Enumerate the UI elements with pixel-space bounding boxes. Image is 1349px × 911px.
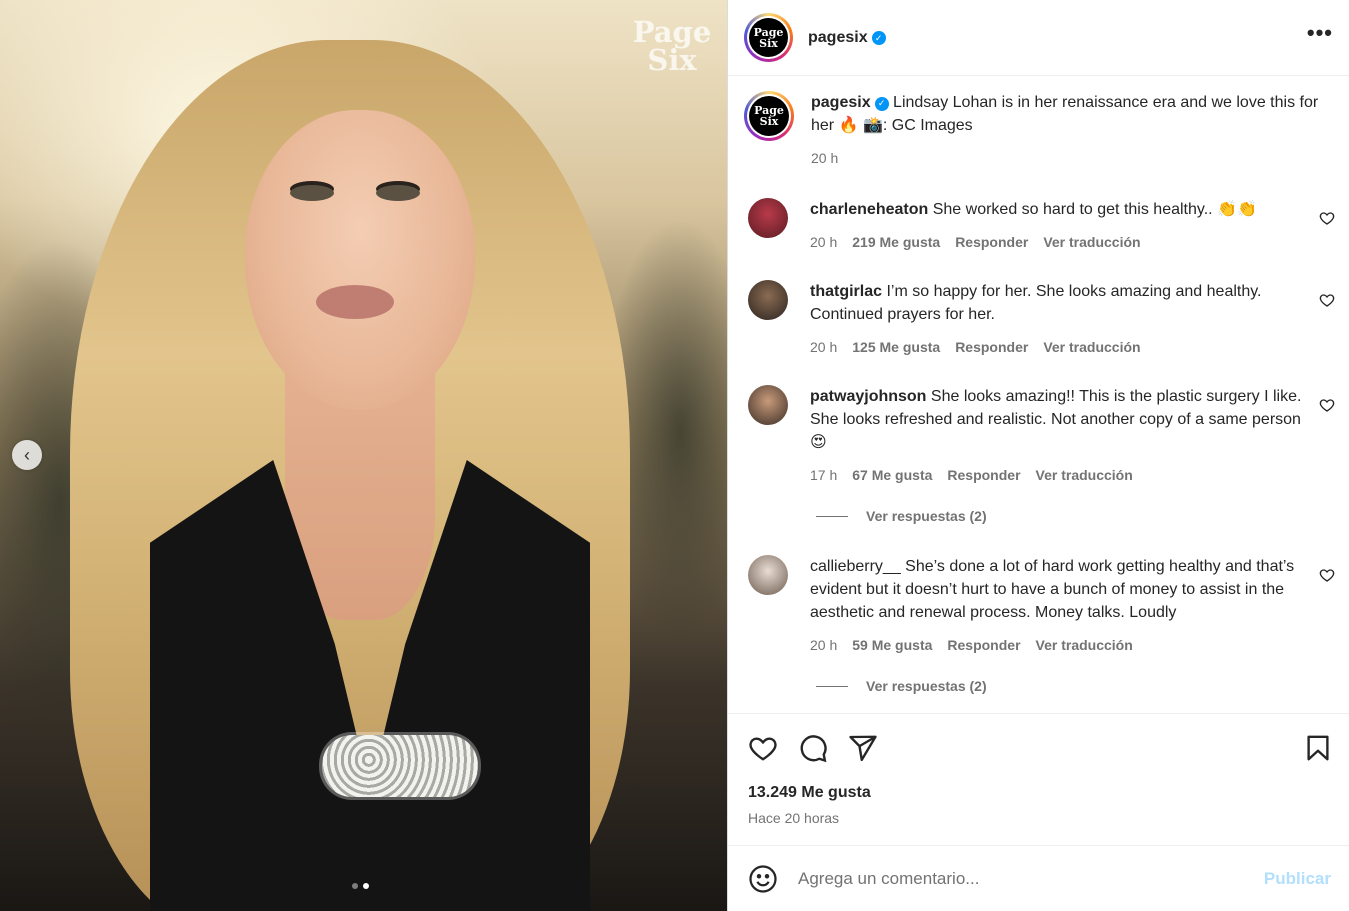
comment-body: patwayjohnson She looks amazing!! This i… <box>810 385 1304 487</box>
pagesix-logo: Page Six <box>749 96 789 136</box>
heart-icon[interactable] <box>1319 567 1335 583</box>
pagesix-watermark: Page Six <box>632 15 712 77</box>
caption-text-block: pagesix ✓ Lindsay Lohan is in her renaiss… <box>811 91 1319 170</box>
comment-likes[interactable]: 59 Me gusta <box>852 634 932 657</box>
heart-icon[interactable] <box>1319 292 1335 308</box>
comment-meta: 17 h 67 Me gusta Responder Ver traducció… <box>810 464 1304 487</box>
post-caption: Page Six pagesix ✓ Lindsay Lohan is in he… <box>744 91 1319 170</box>
account-name[interactable]: pagesix <box>808 29 868 46</box>
avatar-frame: Page Six <box>747 94 791 138</box>
comment-body: thatgirlac I’m so happy for her. She loo… <box>810 280 1304 359</box>
post-timestamp[interactable]: Hace 20 horas <box>748 810 839 826</box>
account-avatar[interactable]: Page Six <box>744 13 793 62</box>
translate-button[interactable]: Ver traducción <box>1036 464 1133 487</box>
comment-item: callieberry__ She’s done a lot of hard w… <box>748 555 1335 657</box>
post-actions <box>748 730 1333 766</box>
reply-button[interactable]: Responder <box>947 634 1020 657</box>
translate-button[interactable]: Ver traducción <box>1036 634 1133 657</box>
commenter-avatar[interactable] <box>748 555 788 595</box>
account-handle[interactable]: pagesix ✓ <box>808 29 886 47</box>
commenter-avatar[interactable] <box>748 280 788 320</box>
heart-icon[interactable] <box>1319 210 1335 226</box>
view-replies-label[interactable]: Ver respuestas (2) <box>866 508 987 524</box>
comment-time[interactable]: 17 h <box>810 464 837 487</box>
caption-meta: 20 h <box>811 147 1319 170</box>
comment-icon[interactable] <box>798 733 828 763</box>
logo-line: Page <box>753 25 784 39</box>
translate-button[interactable]: Ver traducción <box>1043 231 1140 254</box>
comment-username[interactable]: callieberry__ <box>810 558 901 575</box>
carousel-dot-active <box>363 883 369 889</box>
comment-input[interactable] <box>798 868 1264 889</box>
comment-item: thatgirlac I’m so happy for her. She loo… <box>748 280 1335 359</box>
heart-icon[interactable] <box>1319 397 1335 413</box>
commenter-avatar[interactable] <box>748 385 788 425</box>
reply-button[interactable]: Responder <box>955 231 1028 254</box>
comment-username[interactable]: thatgirlac <box>810 283 882 300</box>
carousel-prev-button[interactable]: ‹ <box>12 440 42 470</box>
avatar-frame: Page Six <box>747 16 790 59</box>
reply-button[interactable]: Responder <box>955 336 1028 359</box>
photo-eye <box>290 185 334 201</box>
chevron-left-icon: ‹ <box>24 444 30 465</box>
carousel-indicator <box>352 883 369 889</box>
photo-eye <box>376 185 420 201</box>
logo-line: Six <box>759 36 778 50</box>
comment-time[interactable]: 20 h <box>810 336 837 359</box>
post-sidebar: Page Six pagesix ✓ ••• Page Six pagesix … <box>727 0 1349 911</box>
bookmark-icon[interactable] <box>1303 733 1333 763</box>
verified-icon: ✓ <box>874 96 889 111</box>
post-header: Page Six pagesix ✓ ••• <box>728 0 1349 76</box>
photo-lips <box>316 285 394 319</box>
share-icon[interactable] <box>848 733 878 763</box>
comment-text: She worked so hard to get this healthy..… <box>932 201 1257 218</box>
view-replies-button[interactable]: Ver respuestas (2) <box>816 508 987 524</box>
comment-meta: 20 h 219 Me gusta Responder Ver traducci… <box>810 231 1304 254</box>
comment-time[interactable]: 20 h <box>810 634 837 657</box>
post-media[interactable]: Page Six ‹ <box>0 0 727 911</box>
publish-button[interactable]: Publicar <box>1264 869 1331 889</box>
watermark-line: Page <box>632 15 712 49</box>
photo-buckle <box>322 735 478 797</box>
replies-divider <box>816 685 848 687</box>
comment-body: charleneheaton She worked so hard to get… <box>810 198 1304 254</box>
translate-button[interactable]: Ver traducción <box>1043 336 1140 359</box>
replies-divider <box>816 515 848 517</box>
comments-list[interactable]: Page Six pagesix ✓ Lindsay Lohan is in he… <box>728 77 1349 714</box>
comment-likes[interactable]: 125 Me gusta <box>852 336 940 359</box>
comment-username[interactable]: charleneheaton <box>810 201 928 218</box>
view-replies-button[interactable]: Ver respuestas (2) <box>816 678 987 694</box>
photo-face <box>245 110 475 410</box>
commenter-avatar[interactable] <box>748 198 788 238</box>
pagesix-logo: Page Six <box>749 18 788 57</box>
more-options-button[interactable]: ••• <box>1307 20 1333 56</box>
reply-button[interactable]: Responder <box>947 464 1020 487</box>
comment-meta: 20 h 59 Me gusta Responder Ver traducció… <box>810 634 1304 657</box>
comment-likes[interactable]: 67 Me gusta <box>852 464 932 487</box>
comment-meta: 20 h 125 Me gusta Responder Ver traducci… <box>810 336 1304 359</box>
watermark-line: Six <box>647 43 697 77</box>
add-comment-bar: Publicar <box>728 845 1349 911</box>
like-count[interactable]: 13.249 Me gusta <box>748 784 871 802</box>
emoji-icon[interactable] <box>748 864 778 894</box>
comment-item: patwayjohnson She looks amazing!! This i… <box>748 385 1335 487</box>
caption-time[interactable]: 20 h <box>811 147 838 170</box>
caption-username[interactable]: pagesix <box>811 94 871 111</box>
comment-likes[interactable]: 219 Me gusta <box>852 231 940 254</box>
view-replies-label[interactable]: Ver respuestas (2) <box>866 678 987 694</box>
comment-username[interactable]: patwayjohnson <box>810 388 926 405</box>
caption-avatar[interactable]: Page Six <box>744 91 794 141</box>
comment-item: charleneheaton She worked so hard to get… <box>748 198 1335 254</box>
heart-icon[interactable] <box>748 733 778 763</box>
carousel-dot <box>352 883 358 889</box>
logo-line: Six <box>759 115 779 128</box>
verified-icon: ✓ <box>871 31 886 45</box>
comment-time[interactable]: 20 h <box>810 231 837 254</box>
comment-body: callieberry__ She’s done a lot of hard w… <box>810 555 1304 657</box>
